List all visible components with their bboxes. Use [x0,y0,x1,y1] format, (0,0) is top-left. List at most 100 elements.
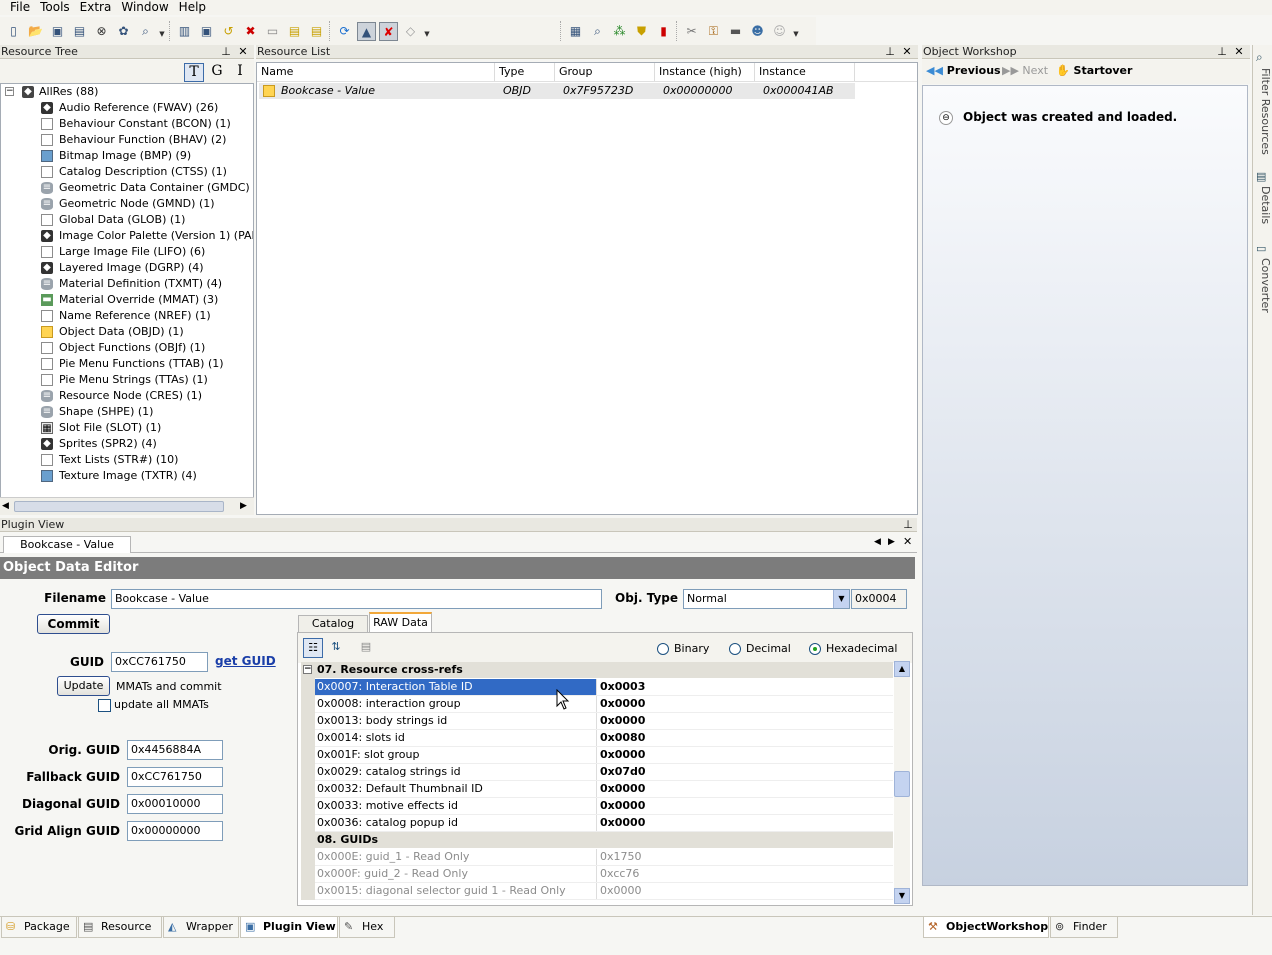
scroll-thumb[interactable] [894,771,910,797]
property-value[interactable]: 0x0080 [600,730,645,746]
save-icon[interactable]: ▣ [48,22,67,41]
bottom-tab-plugin-view[interactable]: ▣ Plugin View [240,917,338,938]
scroll-down-icon[interactable]: ▼ [894,888,910,904]
close-icon[interactable]: ✕ [237,45,249,58]
binary-radio[interactable]: Binary [657,642,709,656]
guid-input[interactable]: 0xCC761750 [111,652,208,672]
pin-icon[interactable]: ⊥ [884,45,896,58]
commit-button[interactable]: Commit [37,614,110,634]
tree-hscrollbar[interactable]: ◀ ▶ [0,497,254,515]
property-pages-icon[interactable]: ▤ [356,638,376,658]
users-icon[interactable]: ☻ [748,22,767,41]
tab-raw-data[interactable]: RAW Data [369,612,432,633]
update-all-checkbox[interactable] [98,699,111,712]
pin-icon[interactable]: ⊥ [1216,45,1228,58]
save-as-icon[interactable]: ▤ [70,22,89,41]
folder-icon[interactable]: ▥ [175,22,194,41]
scroll-right-icon[interactable]: ▶ [240,500,252,513]
property-value[interactable]: 0x0000 [600,815,645,831]
collapse-icon[interactable]: − [303,665,312,674]
property-row[interactable]: 0x001F: slot group 0x0000 [315,747,893,764]
user-icon[interactable]: ☺ [770,22,789,41]
property-value[interactable]: 0xcc76 [600,866,639,882]
instance-view-button[interactable]: I [230,63,250,82]
scroll-up-icon[interactable]: ▲ [894,661,910,677]
property-value[interactable]: 0x0000 [600,747,645,763]
objtype-select[interactable]: Normal ▼ [683,589,850,609]
chevron-down-icon[interactable]: ▼ [833,590,849,608]
menu-help[interactable]: Help [174,0,211,15]
pin-icon[interactable]: ⊥ [220,45,232,58]
comment-icon[interactable]: ▭ [263,22,282,41]
shield-icon[interactable]: ⛊ [632,22,651,41]
menu-window[interactable]: Window [116,0,173,15]
bottom-tab-hex[interactable]: ✎ Hex [339,917,395,938]
camera-icon[interactable]: ▦ [566,22,585,41]
new-icon[interactable]: ▯ [4,22,23,41]
decimal-radio[interactable]: Decimal [729,642,791,656]
tab-prev-icon[interactable]: ◀ [874,537,881,547]
property-row[interactable]: 0x0014: slots id 0x0080 [315,730,893,747]
notes-icon[interactable]: ▤ [285,22,304,41]
magnify-icon[interactable]: ⌕ [588,22,607,41]
property-value[interactable]: 0x0000 [600,798,645,814]
tools-icon[interactable]: ✂ [682,22,701,41]
column-name[interactable]: Name [257,63,495,81]
open-icon[interactable]: 📂 [26,22,45,41]
previous-button[interactable]: ◀◀ Previous [926,64,1001,77]
scroll-thumb[interactable] [14,501,224,512]
category-resource-cross-refs[interactable]: −07. Resource cross-refs [301,662,893,678]
categorized-icon[interactable]: ☷ [303,638,323,658]
property-row[interactable]: 0x0015: diagonal selector guid 1 - Read … [315,883,893,900]
bottom-tab-package[interactable]: ⛁ Package [1,917,77,938]
eraser-icon[interactable]: ◇ [401,22,420,41]
close-icon[interactable]: ✕ [903,535,912,548]
column-group[interactable]: Group [555,63,655,81]
bottom-tab-wrapper[interactable]: ◭ Wrapper [163,917,239,938]
menu-extra[interactable]: Extra [75,0,117,15]
scroll-left-icon[interactable]: ◀ [2,500,14,513]
property-row[interactable]: 0x0029: catalog strings id 0x07d0 [315,764,893,781]
property-row[interactable]: 0x000E: guid_1 - Read Only 0x1750 [315,849,893,866]
bottom-tab-resource[interactable]: ▤ Resource [78,917,162,938]
tab-next-icon[interactable]: ▶ [888,537,895,547]
resource-list[interactable]: Name Type Group Instance (high) Instance… [256,62,918,515]
column-instance[interactable]: Instance [755,63,855,81]
property-row[interactable]: 0x0007: Interaction Table ID 0x0003 [315,679,893,696]
property-row[interactable]: 0x0036: catalog popup id 0x0000 [315,815,893,832]
menu-file[interactable]: File [0,0,35,15]
table-row[interactable]: Bookcase - Value OBJD 0x7F95723D 0x00000… [259,83,855,99]
filename-input[interactable]: Bookcase - Value [111,589,602,609]
category-guids[interactable]: −08. GUIDs [301,832,893,848]
hat-icon[interactable]: ▲ [357,21,376,41]
network-icon[interactable]: ⁂ [610,22,629,41]
refresh-icon[interactable]: ⟳ [335,22,354,41]
card-icon[interactable]: ▬ [726,22,745,41]
get-guid-link[interactable]: get GUID [215,654,276,668]
property-row[interactable]: 0x0008: interaction group 0x0000 [315,696,893,713]
property-value[interactable]: 0x0000 [600,781,645,797]
property-value[interactable]: 0x0000 [600,713,645,729]
property-row[interactable]: 0x0033: motive effects id 0x0000 [315,798,893,815]
diagonal-guid-input[interactable]: 0x00010000 [127,794,223,814]
side-tab-filter-resources[interactable]: Filter Resources [1254,68,1272,155]
property-row[interactable]: 0x0013: body strings id 0x0000 [315,713,893,730]
text-view-button[interactable]: T [184,63,204,82]
bottom-tab-objectworkshop[interactable]: ⚒ ObjectWorkshop [923,917,1049,938]
key-icon[interactable]: ⚿ [704,22,723,41]
sort-az-icon[interactable]: ⇅ [326,638,346,658]
update-button[interactable]: Update [57,676,110,696]
next-button[interactable]: ▶▶ Next [1002,64,1048,77]
objtype-code[interactable]: 0x0004 [851,589,907,609]
group-view-button[interactable]: G [207,63,227,82]
search-icon[interactable]: ⌕ [136,22,155,41]
orig-guid-input[interactable]: 0x4456884A [127,740,223,760]
side-tab-converter[interactable]: Converter [1254,258,1272,313]
property-value[interactable]: 0x0000 [600,883,642,899]
property-vscrollbar[interactable]: ▲ ▼ [894,661,910,904]
startover-button[interactable]: ✋ Startover [1056,64,1132,77]
toolbar-dropdown-icon[interactable]: ▼ [792,22,800,41]
recent-icon[interactable]: ✿ [114,22,133,41]
property-value[interactable]: 0x07d0 [600,764,646,780]
cross-icon[interactable]: ✘ [379,21,398,41]
